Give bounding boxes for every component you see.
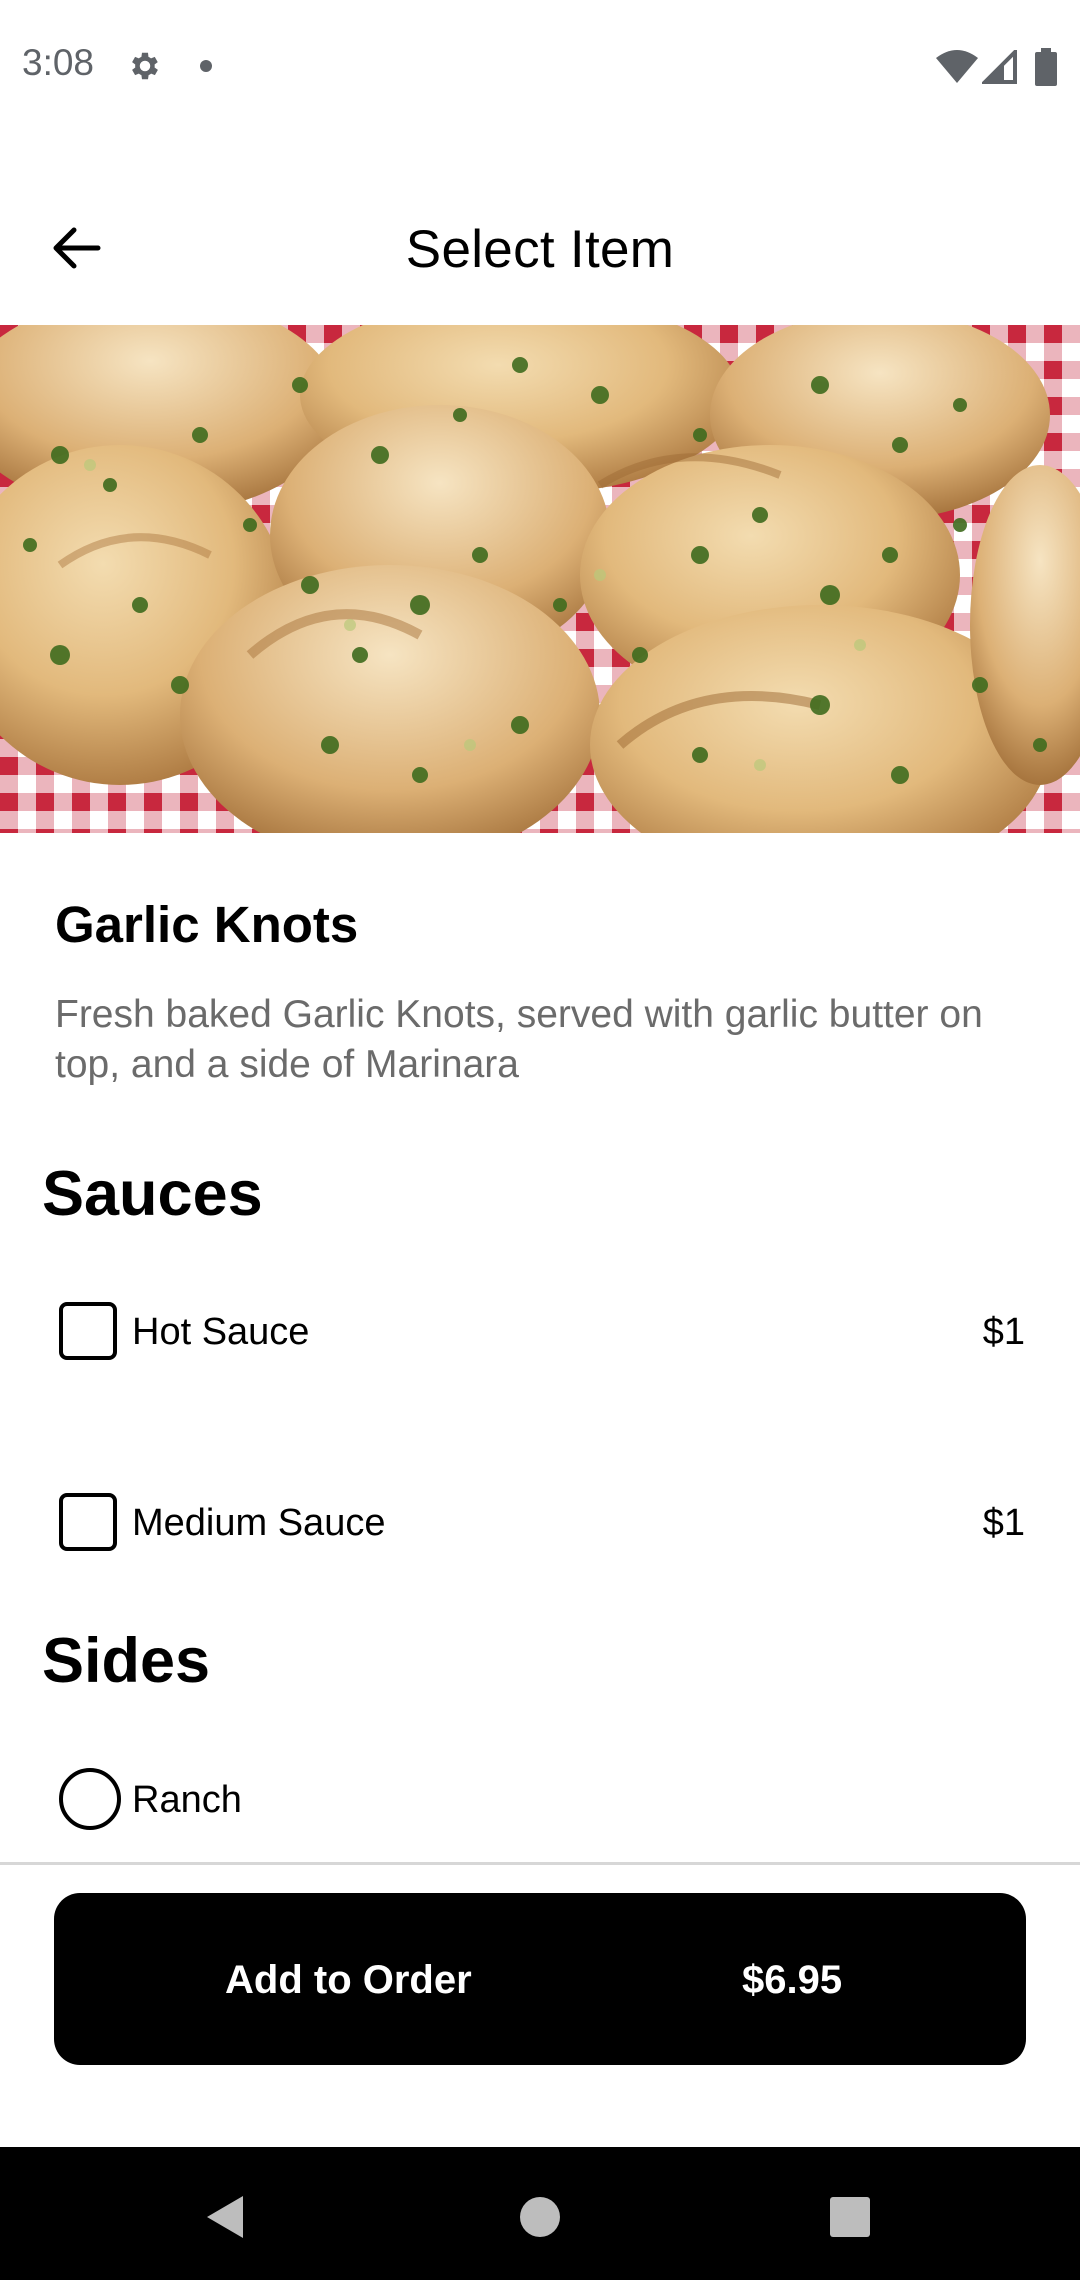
footer-divider [0,1862,1080,1865]
option-label: Ranch [132,1779,242,1821]
option-label: Medium Sauce [132,1502,386,1544]
option-row-ranch[interactable]: Ranch [55,1762,1025,1842]
item-description: Fresh baked Garlic Knots, served with ga… [55,993,983,1086]
option-price: $1 [982,1311,1025,1353]
nav-recents-icon [830,2197,870,2237]
ranch-radio[interactable] [59,1768,121,1830]
nav-home-icon [520,2197,560,2237]
wifi-icon [936,50,978,84]
order-total: $6.95 [742,1958,843,2002]
gear-icon [127,48,163,84]
option-row-hot-sauce[interactable]: Hot Sauce $1 [55,1294,1025,1374]
status-time: 3:08 [22,42,95,83]
item-name: Garlic Knots [55,896,359,953]
nav-recents-button[interactable] [810,2177,890,2257]
add-to-order-label: Add to Order [225,1958,472,2002]
status-bar: 3:08 [0,0,1080,134]
nav-back-button[interactable] [185,2177,265,2257]
option-price: $1 [982,1502,1025,1544]
battery-icon [1035,48,1057,86]
section-title-sauces: Sauces [42,1159,263,1229]
option-label: Hot Sauce [132,1311,310,1353]
medium-sauce-checkbox[interactable] [59,1493,117,1551]
nav-back-icon [207,2196,243,2238]
option-row-medium-sauce[interactable]: Medium Sauce $1 [55,1485,1025,1565]
system-nav-bar [0,2147,1080,2280]
app-screen: 3:08 Select Item Garlic Knots Fresh bake… [0,0,1080,2280]
section-title-sides: Sides [42,1626,211,1696]
hot-sauce-checkbox[interactable] [59,1302,117,1360]
app-bar: Select Item [0,190,1080,310]
nav-home-button[interactable] [500,2177,580,2257]
item-image [0,325,1080,833]
cell-signal-icon [980,47,1018,84]
notification-dot-icon [200,60,212,72]
add-to-order-button[interactable]: Add to Order $6.95 [54,1893,1026,2065]
page-title: Select Item [405,220,675,279]
